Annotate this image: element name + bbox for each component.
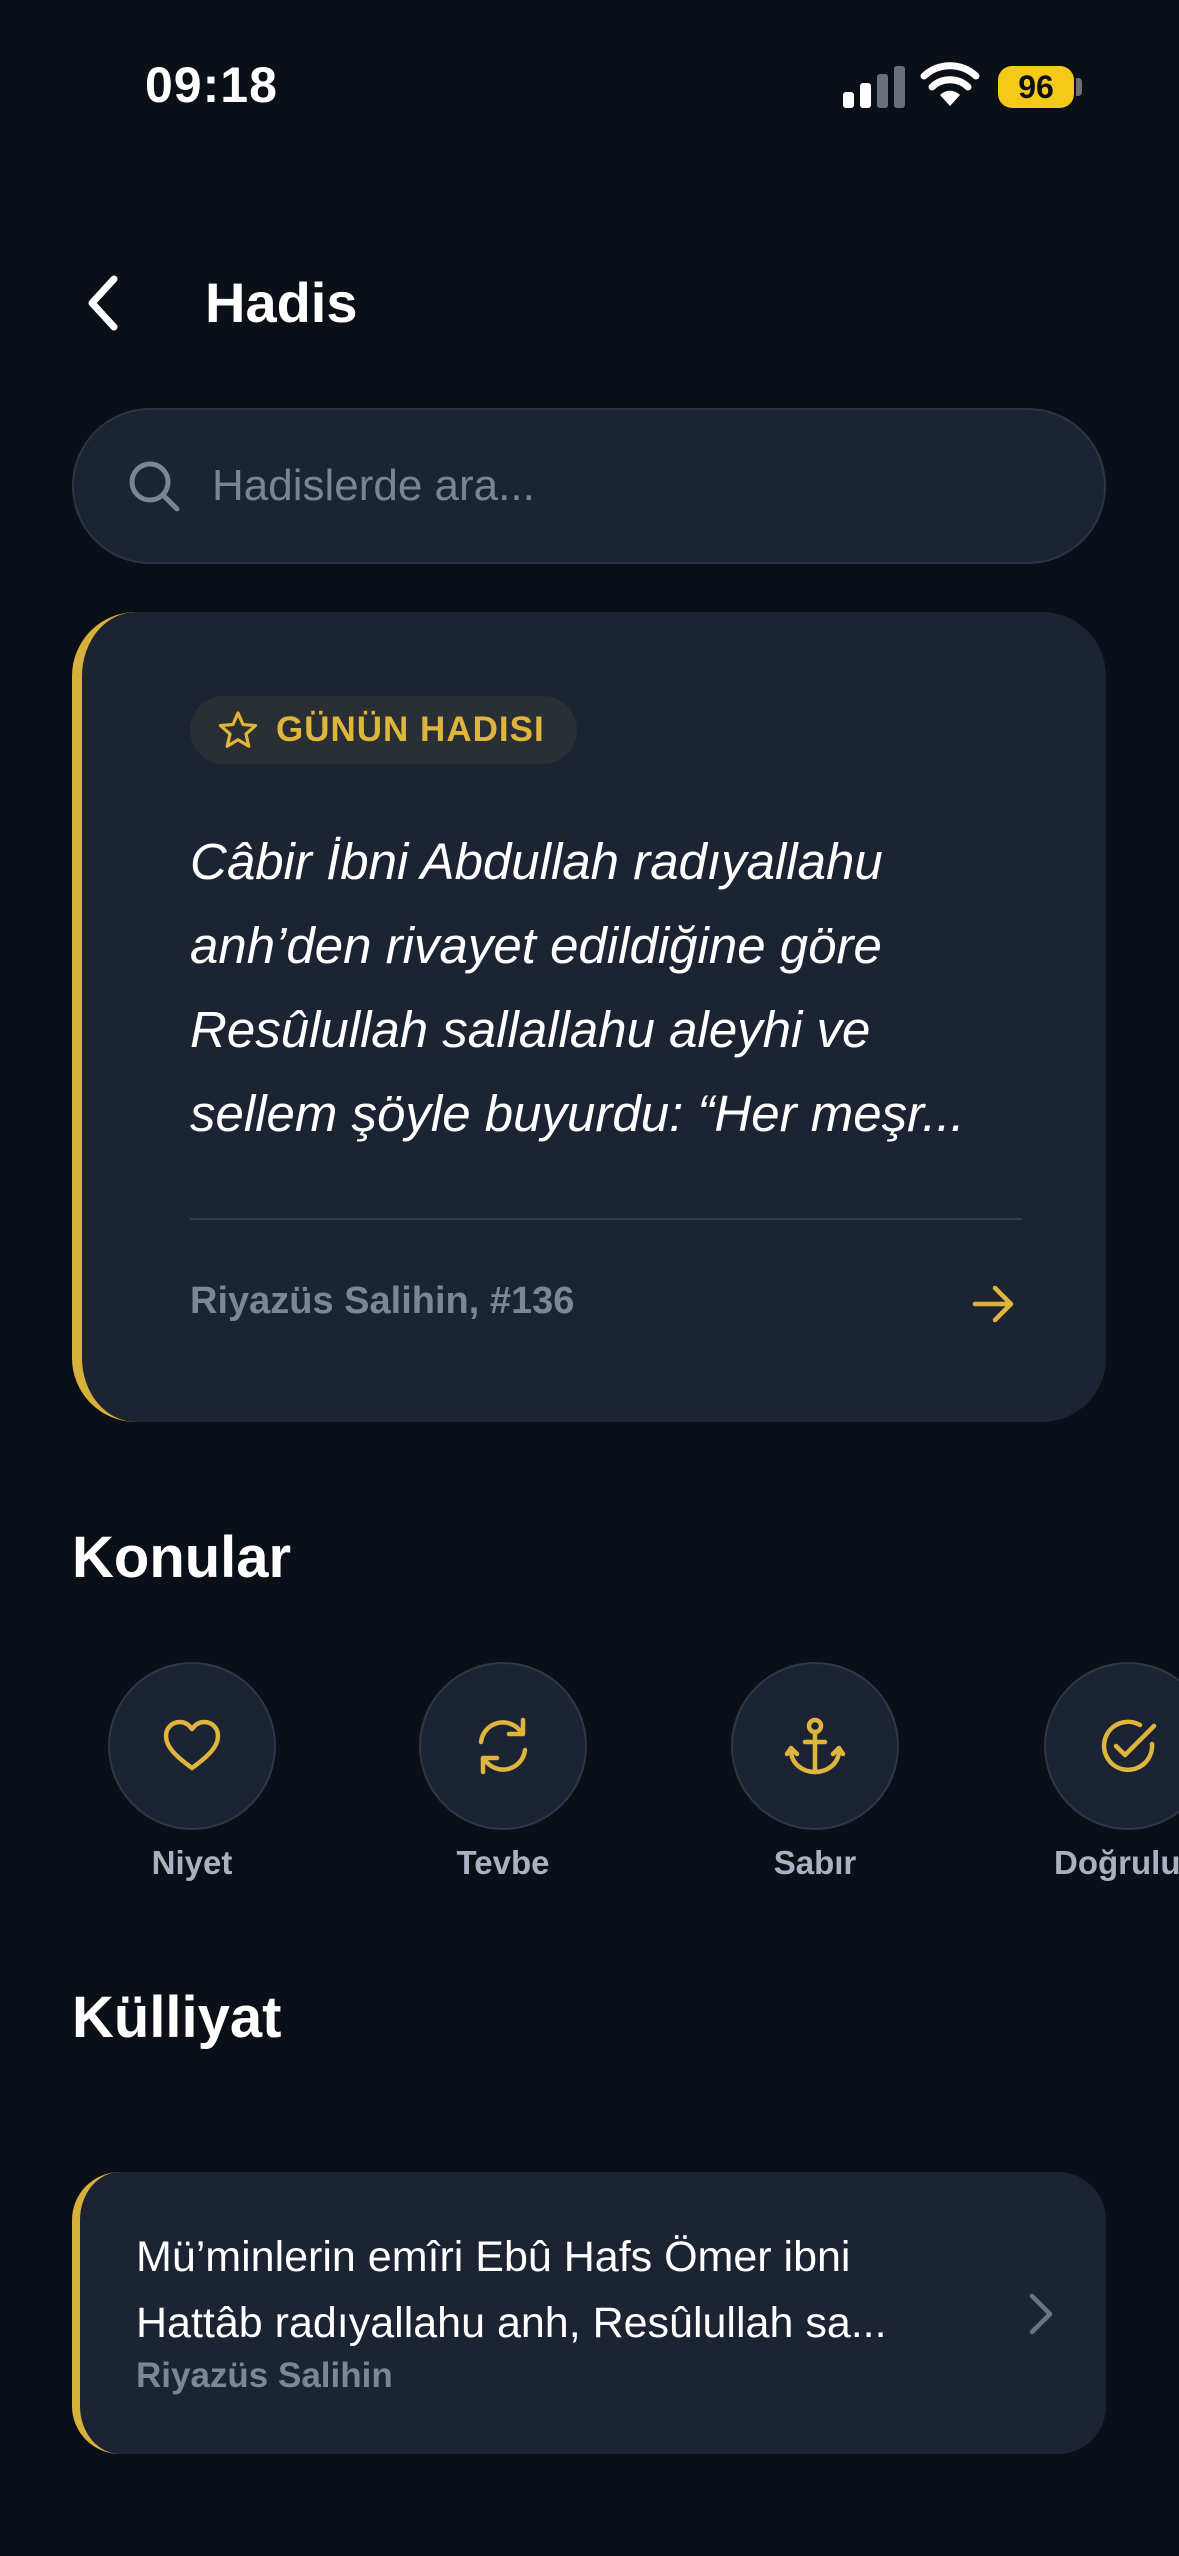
arrow-right-icon <box>972 1285 1014 1323</box>
daily-hadith-line: Câbir İbni Abdullah radıyallahu <box>190 833 883 890</box>
collection-line: Hattâb radıyallahu anh, Resûlullah sa... <box>136 2299 887 2347</box>
topic-sabir[interactable]: Sabır <box>705 1662 925 1892</box>
back-button[interactable] <box>72 268 132 338</box>
status-bar: 09:18 96 <box>0 0 1179 170</box>
topic-niyet[interactable]: Niyet <box>82 1662 302 1892</box>
battery-tip <box>1076 78 1082 96</box>
topic-label: Sabır <box>773 1844 857 1881</box>
star-icon <box>218 711 258 748</box>
daily-hadith-line: Resûlullah sallallahu aleyhi ve <box>190 1001 871 1058</box>
daily-hadith-card[interactable]: GÜNÜN HADISI Câbir İbni Abdullah radıyal… <box>72 612 1106 1422</box>
topic-icon-circle <box>108 1662 276 1830</box>
heart-icon <box>163 1719 221 1771</box>
daily-hadith-line: anh’den rivayet edildiğine göre <box>190 917 882 974</box>
open-hadith-button[interactable] <box>962 1272 1026 1336</box>
topic-label: Tevbe <box>456 1844 550 1881</box>
anchor-icon <box>784 1717 846 1775</box>
chevron-left-icon <box>88 275 118 331</box>
divider <box>190 1218 1022 1220</box>
topics-heading: Konular <box>72 1525 292 1590</box>
collection-line: Mü’minlerin emîri Ebû Hafs Ömer ibni <box>136 2233 851 2281</box>
search-bar[interactable] <box>72 408 1106 564</box>
daily-hadith-badge: GÜNÜN HADISI <box>190 696 577 764</box>
check-circle-icon <box>1101 1719 1157 1773</box>
search-icon <box>129 461 180 512</box>
collection-heading: Külliyat <box>72 1985 282 2050</box>
wifi-icon <box>920 62 980 106</box>
topic-tevbe[interactable]: Tevbe <box>393 1662 613 1892</box>
page-title: Hadis <box>205 271 358 334</box>
search-input[interactable] <box>210 446 1104 526</box>
daily-hadith-source: Riyazüs Salihin, #136 <box>190 1280 575 1322</box>
topic-label: Niyet <box>151 1844 233 1881</box>
status-time: 09:18 <box>145 57 278 113</box>
collection-card[interactable]: Mü’minlerin emîri Ebû Hafs Ömer ibni Hat… <box>72 2172 1106 2454</box>
refresh-icon <box>478 1717 528 1775</box>
topic-icon-circle <box>419 1662 587 1830</box>
topic-label: Doğrulu <box>1054 1844 1179 1881</box>
battery-level: 96 <box>998 66 1074 108</box>
topic-dogruluk[interactable]: Doğrulu <box>1017 1662 1179 1892</box>
daily-hadith-text: Câbir İbni Abdullah radıyallahu anh’den … <box>190 820 1030 1156</box>
cellular-signal-icon <box>843 66 905 108</box>
daily-hadith-badge-label: GÜNÜN HADISI <box>276 710 545 749</box>
collection-source: Riyazüs Salihin <box>136 2356 393 2395</box>
chevron-right-icon <box>1029 2293 1053 2335</box>
topic-icon-circle <box>731 1662 899 1830</box>
topic-icon-circle <box>1044 1662 1179 1830</box>
daily-hadith-line: sellem şöyle buyurdu: “Her meşr... <box>190 1085 965 1142</box>
collection-text: Mü’minlerin emîri Ebû Hafs Ömer ibni Hat… <box>136 2224 996 2356</box>
